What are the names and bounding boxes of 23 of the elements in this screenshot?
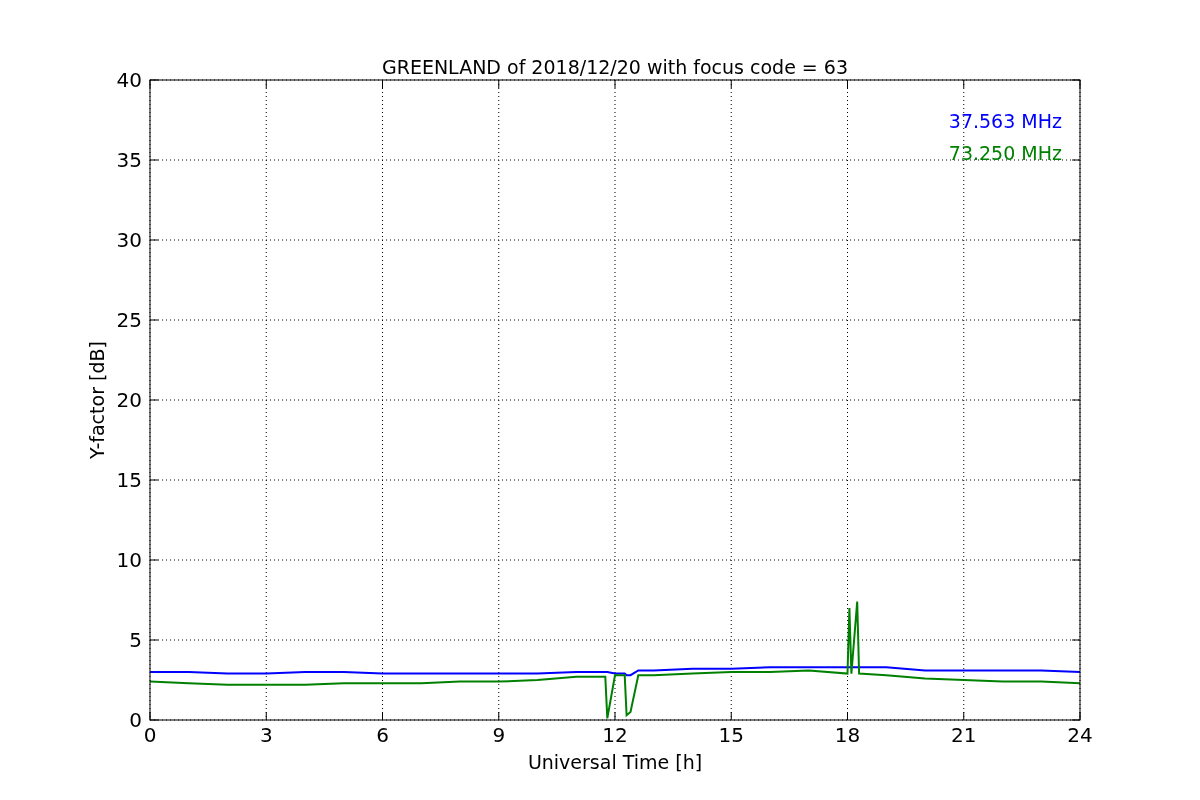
tick-label: 6 (376, 723, 389, 747)
tick-label: 20 (116, 388, 142, 412)
tick-label: 0 (143, 723, 157, 747)
legend-label: 37.563 MHz (948, 110, 1062, 132)
axis-label: Y-factor [dB] (86, 341, 108, 459)
chart-title: GREENLAND of 2018/12/20 with focus code = 63 (382, 56, 848, 78)
legend-label: 73.250 MHz (948, 142, 1062, 164)
tick-label: 10 (116, 548, 142, 572)
tick-label: 21 (951, 723, 977, 747)
tick-label: 24 (1067, 723, 1093, 747)
tick-label: 3 (259, 723, 273, 747)
tick-label: 40 (116, 68, 142, 92)
tick-label: 9 (492, 723, 506, 747)
tick-label: 30 (116, 228, 142, 252)
tick-label: 5 (129, 628, 142, 652)
tick-label: 15 (116, 468, 142, 492)
axis-label: Universal Time [h] (527, 751, 703, 773)
tick-label: 0 (129, 708, 142, 732)
tick-label: 25 (116, 308, 142, 332)
tick-label: 18 (834, 723, 861, 747)
tick-label: 35 (116, 148, 142, 172)
tick-label: 12 (602, 723, 628, 747)
tick-label: 15 (718, 723, 744, 747)
